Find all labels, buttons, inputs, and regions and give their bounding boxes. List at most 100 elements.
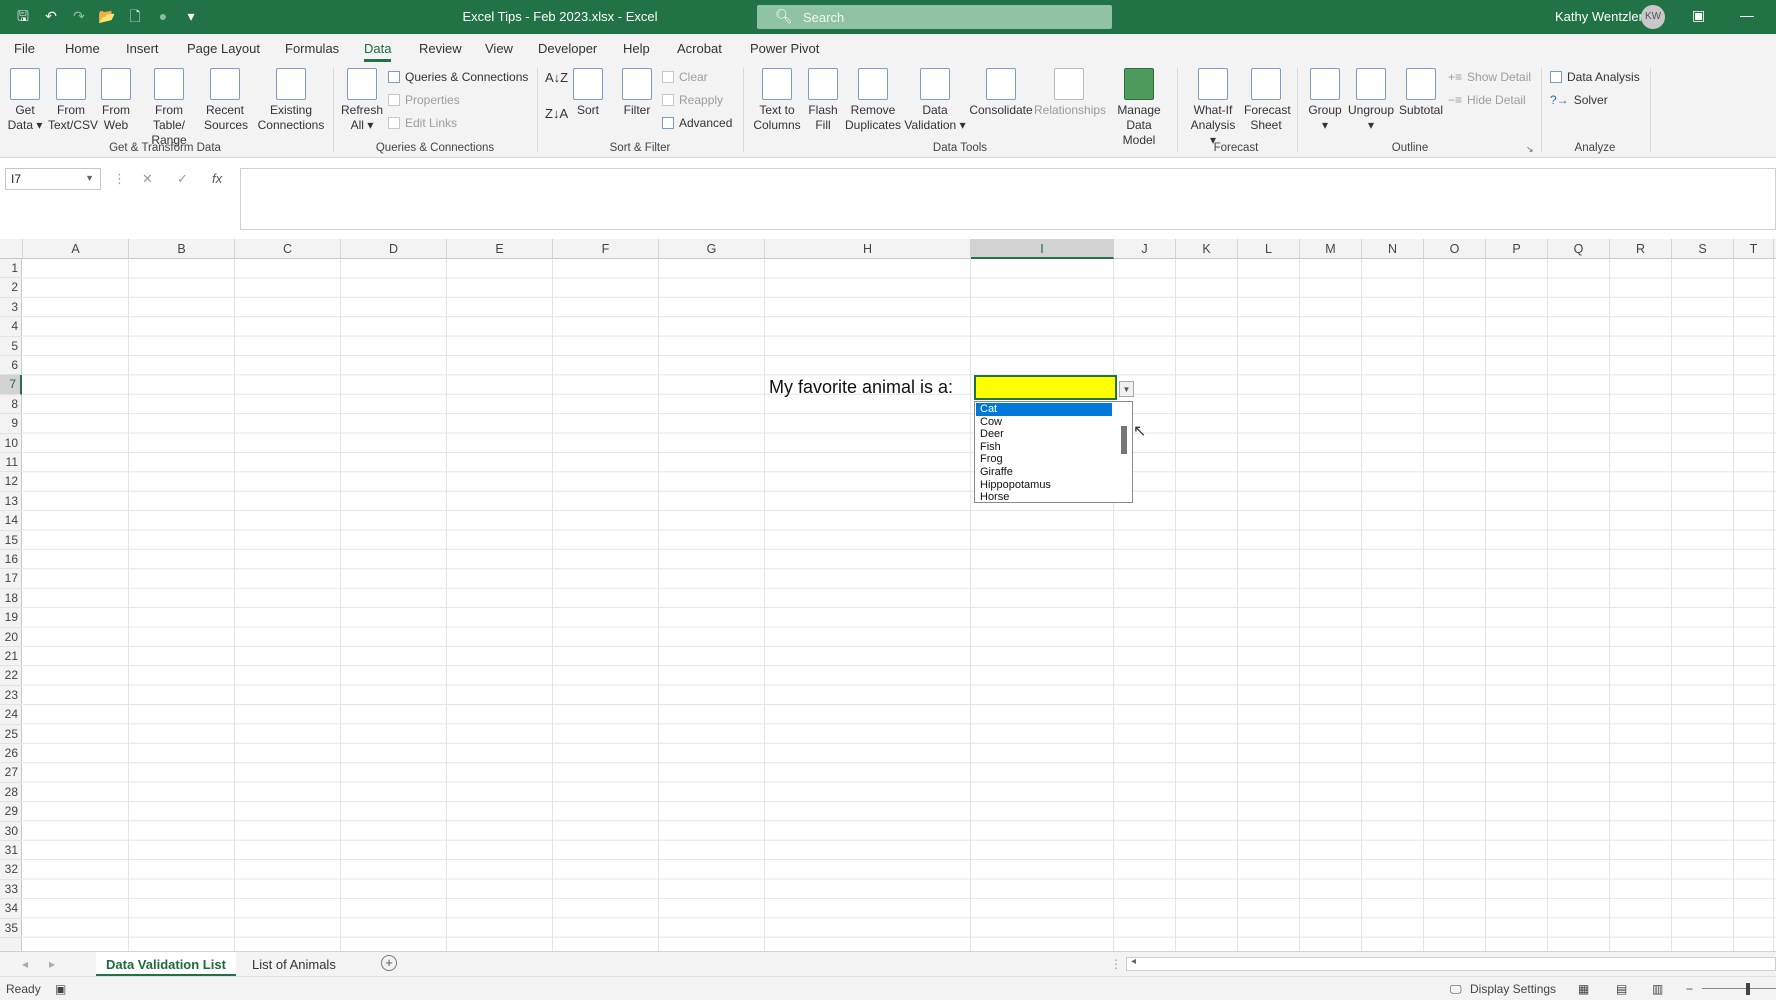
forecast-sheet-button[interactable]: Forecast Sheet — [1244, 68, 1291, 133]
text-to-columns-button[interactable]: Text to Columns — [752, 68, 802, 133]
sort-za-button[interactable]: Z↓A — [545, 106, 568, 122]
zoom-out-icon[interactable]: − — [1686, 982, 1693, 996]
page-break-view-icon[interactable]: ▥ — [1652, 982, 1663, 996]
name-box[interactable]: I7 ▼ — [5, 168, 101, 190]
search-box[interactable]: 🔍︎ Search — [757, 5, 1112, 29]
solver-button[interactable]: ?→ Solver — [1550, 93, 1608, 107]
queries-connections-button[interactable]: Queries & Connections — [388, 70, 528, 84]
dropdown-option[interactable]: Frog — [976, 453, 1112, 466]
column-header-q[interactable]: Q — [1548, 239, 1610, 259]
recent-sources-button[interactable]: Recent Sources — [204, 68, 248, 133]
flash-fill-button[interactable]: Flash Fill — [806, 68, 840, 133]
row-header-21[interactable]: 21 — [0, 647, 22, 667]
existing-connections-button[interactable]: Existing Connections — [256, 68, 326, 133]
dialog-launcher-icon[interactable]: ↘ — [1526, 144, 1534, 155]
row-header-6[interactable]: 6 — [0, 356, 22, 376]
row-header-28[interactable]: 28 — [0, 783, 22, 803]
column-header-d[interactable]: D — [341, 239, 447, 259]
column-header-t[interactable]: T — [1734, 239, 1774, 259]
normal-view-icon[interactable]: ▦ — [1578, 982, 1589, 996]
row-header-34[interactable]: 34 — [0, 899, 22, 919]
column-header-s[interactable]: S — [1672, 239, 1734, 259]
cell-i7-validation[interactable] — [974, 375, 1117, 400]
row-header-14[interactable]: 14 — [0, 511, 22, 531]
column-header-n[interactable]: N — [1362, 239, 1424, 259]
row-header-4[interactable]: 4 — [0, 317, 22, 337]
insert-function-icon[interactable]: fx — [212, 171, 222, 186]
row-header-15[interactable]: 15 — [0, 531, 22, 550]
row-header-33[interactable]: 33 — [0, 880, 22, 900]
data-validation-button[interactable]: Data Validation ▾ — [904, 68, 966, 133]
row-header-10[interactable]: 10 — [0, 434, 22, 453]
what-if-analysis-button[interactable]: What-If Analysis ▾ — [1186, 68, 1240, 148]
row-header-27[interactable]: 27 — [0, 763, 22, 783]
column-header-h[interactable]: H — [765, 239, 971, 259]
row-header-5[interactable]: 5 — [0, 337, 22, 356]
validation-dropdown-list[interactable]: Cat Cow Deer Fish Frog Giraffe Hippopotamus Hor… — [974, 401, 1133, 503]
cancel-icon[interactable]: ✕ — [142, 171, 153, 187]
edit-links-button[interactable]: Edit Links — [388, 116, 457, 130]
tab-formulas[interactable]: Formulas — [285, 41, 339, 56]
select-all-corner[interactable] — [0, 239, 23, 259]
macro-record-icon[interactable]: ▣ — [55, 982, 66, 996]
tab-home[interactable]: Home — [65, 41, 100, 56]
scroll-left-icon[interactable]: ◂ — [22, 957, 28, 971]
clear-button[interactable]: Clear — [662, 70, 708, 84]
column-header-c[interactable]: C — [235, 239, 341, 259]
enter-icon[interactable]: ✓ — [177, 171, 188, 187]
row-header-8[interactable]: 8 — [0, 395, 22, 415]
from-table-button[interactable]: From Table/ Range — [138, 68, 200, 148]
dropdown-option[interactable]: Hippopotamus — [976, 479, 1112, 492]
row-header-11[interactable]: 11 — [0, 453, 22, 473]
tab-file[interactable]: File — [14, 41, 35, 56]
scroll-right-icon[interactable]: ▸ — [49, 957, 55, 971]
filter-button[interactable]: Filter — [620, 68, 654, 118]
tab-insert[interactable]: Insert — [126, 41, 159, 56]
ribbon-display-icon[interactable]: ▣ — [1692, 7, 1705, 24]
display-settings-button[interactable]: Display Settings — [1470, 982, 1556, 996]
relationships-button[interactable]: Relationships — [1034, 68, 1106, 118]
group-button[interactable]: Group ▾ — [1306, 68, 1344, 133]
horizontal-scrollbar[interactable]: ◂ — [1126, 956, 1776, 971]
tab-page-layout[interactable]: Page Layout — [187, 41, 260, 56]
data-analysis-button[interactable]: Data Analysis — [1550, 70, 1640, 84]
hide-detail-button[interactable]: −≡ Hide Detail — [1448, 93, 1526, 107]
page-layout-view-icon[interactable]: ▤ — [1616, 982, 1627, 996]
sheet-tab-data-validation-list[interactable]: Data Validation List — [96, 952, 236, 977]
row-header-30[interactable]: 30 — [0, 822, 22, 841]
refresh-all-button[interactable]: Refresh All ▾ — [340, 68, 384, 133]
properties-button[interactable]: Properties — [388, 93, 460, 107]
row-header-29[interactable]: 29 — [0, 802, 22, 822]
dropdown-scrollbar[interactable] — [1121, 426, 1127, 454]
row-header-23[interactable]: 23 — [0, 686, 22, 706]
tab-review[interactable]: Review — [419, 41, 462, 56]
advanced-button[interactable]: Advanced — [662, 116, 732, 130]
column-header-f[interactable]: F — [553, 239, 659, 259]
row-header-7[interactable]: 7 — [0, 375, 22, 395]
row-header-24[interactable]: 24 — [0, 705, 22, 725]
display-settings-icon[interactable]: 🖵︎ — [1450, 982, 1462, 997]
row-header-19[interactable]: 19 — [0, 608, 22, 628]
row-header-31[interactable]: 31 — [0, 841, 22, 861]
tab-view[interactable]: View — [485, 41, 513, 56]
row-header-35[interactable]: 35 — [0, 919, 22, 938]
from-web-button[interactable]: From Web — [98, 68, 134, 133]
row-header-22[interactable]: 22 — [0, 666, 22, 686]
row-header-16[interactable]: 16 — [0, 550, 22, 570]
minimize-icon[interactable]: — — [1740, 7, 1754, 23]
tab-help[interactable]: Help — [623, 41, 650, 56]
tab-split-handle-icon[interactable]: ⋮ — [1110, 957, 1122, 971]
tab-developer[interactable]: Developer — [538, 41, 597, 56]
dropdown-option[interactable]: Cow — [976, 416, 1112, 429]
worksheet-grid[interactable] — [23, 259, 1776, 951]
row-header-3[interactable]: 3 — [0, 298, 22, 318]
validation-dropdown-arrow[interactable]: ▼ — [1119, 381, 1134, 397]
tab-data[interactable]: Data — [364, 41, 392, 62]
formula-input[interactable] — [240, 168, 1776, 230]
add-sheet-icon[interactable]: + — [381, 955, 397, 971]
row-header-32[interactable]: 32 — [0, 860, 22, 880]
sheet-tab-list-of-animals[interactable]: List of Animals — [242, 955, 346, 974]
subtotal-button[interactable]: Subtotal — [1398, 68, 1444, 118]
column-header-g[interactable]: G — [659, 239, 765, 259]
dropdown-option[interactable]: Deer — [976, 428, 1112, 441]
